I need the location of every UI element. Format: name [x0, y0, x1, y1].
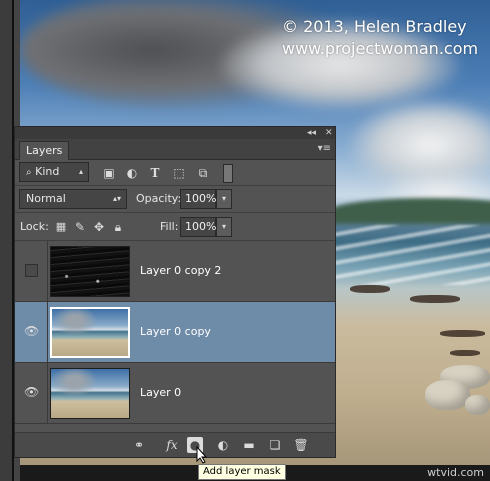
new-layer-icon[interactable]: ❏: [267, 437, 283, 453]
visibility-column: 👁︎: [15, 363, 48, 423]
beach-image-preview: [52, 309, 128, 356]
stepper-arrows-icon: ▴▾: [112, 194, 121, 203]
lock-row: Lock: ▦ ✎ ✥ 🔒︎ Fill: 100% ▾: [15, 213, 335, 241]
filter-row: ⌕ Kind ▴ ▣ ◐ T ⬚ ⧉: [15, 159, 335, 186]
opacity-input[interactable]: 100%: [180, 189, 216, 209]
eye-icon[interactable]: 👁︎: [24, 324, 39, 338]
copyright-watermark: © 2013, Helen Bradley www.projectwoman.c…: [282, 16, 478, 60]
layers-panel: ◂◂ ✕ Layers ▾≡ ⌕ Kind ▴ ▣ ◐ T ⬚ ⧉ Normal…: [14, 126, 336, 458]
search-icon: ⌕: [26, 167, 32, 178]
blend-mode-dropdown[interactable]: Normal ▴▾: [19, 189, 127, 209]
lock-transparency-icon[interactable]: ▦: [53, 219, 69, 235]
opacity-dropdown-button[interactable]: ▾: [216, 189, 232, 209]
lock-brush-icon[interactable]: ✎: [72, 219, 88, 235]
eye-icon[interactable]: 👁︎: [24, 385, 39, 399]
layer-thumbnail[interactable]: [50, 246, 130, 297]
close-icon[interactable]: ✕: [325, 127, 333, 139]
blend-mode-value: Normal: [26, 192, 66, 205]
type-filter-icon[interactable]: T: [147, 165, 163, 181]
layer-row[interactable]: 👁︎ Layer 0: [15, 363, 335, 424]
trash-icon[interactable]: 🗑︎: [293, 437, 309, 453]
tooltip: Add layer mask: [198, 464, 286, 480]
visibility-column: 👁︎: [15, 302, 48, 362]
panel-title-strip: ◂◂ ✕: [15, 127, 335, 139]
fill-label: Fill:: [160, 220, 179, 233]
beach-image-preview: [51, 369, 129, 418]
smart-object-filter-icon[interactable]: ⧉: [195, 165, 211, 181]
seaweed: [410, 295, 460, 303]
lock-all-icon[interactable]: 🔒︎: [110, 219, 126, 235]
tab-layers[interactable]: Layers: [19, 141, 70, 160]
filter-toggle-switch[interactable]: [223, 164, 233, 183]
copyright-line: © 2013, Helen Bradley: [282, 17, 467, 36]
layers-bottom-bar: ⚭ fx ● ◐ ▬ ❏ 🗑︎: [15, 432, 335, 457]
site-watermark: wtvid.com: [427, 466, 484, 479]
opacity-label: Opacity:: [136, 192, 182, 205]
layer-thumbnail[interactable]: [50, 307, 130, 358]
mouse-cursor-icon: [196, 446, 208, 464]
blend-row: Normal ▴▾ Opacity: 100% ▾: [15, 186, 335, 213]
seaweed: [450, 350, 480, 356]
adjustment-filter-icon[interactable]: ◐: [124, 165, 140, 181]
layer-thumbnail[interactable]: [50, 368, 130, 419]
edge-image-preview: [51, 247, 129, 296]
group-folder-icon[interactable]: ▬: [241, 437, 257, 453]
link-icon[interactable]: ⚭: [131, 437, 147, 453]
seaweed: [440, 330, 485, 337]
layer-row-selected[interactable]: 👁︎ Layer 0 copy: [15, 302, 335, 363]
shape-filter-icon[interactable]: ⬚: [171, 165, 187, 181]
visibility-toggle-off[interactable]: [25, 264, 38, 277]
visibility-column: [15, 241, 48, 301]
website-line: www.projectwoman.com: [282, 39, 479, 58]
layer-name[interactable]: Layer 0: [140, 385, 181, 401]
kind-filter-dropdown[interactable]: ⌕ Kind ▴: [19, 162, 89, 182]
pixel-filter-icon[interactable]: ▣: [101, 165, 117, 181]
headland: [330, 198, 490, 224]
fill-input[interactable]: 100%: [180, 217, 216, 237]
layer-name[interactable]: Layer 0 copy 2: [140, 263, 221, 279]
fill-dropdown-button[interactable]: ▾: [216, 217, 232, 237]
double-chevron-left-icon[interactable]: ◂◂: [307, 127, 316, 139]
rock: [465, 395, 490, 415]
fx-icon[interactable]: fx: [161, 437, 183, 453]
lock-move-icon[interactable]: ✥: [91, 219, 107, 235]
lock-label: Lock:: [20, 220, 49, 233]
adjustment-layer-icon[interactable]: ◐: [215, 437, 231, 453]
panel-menu-icon[interactable]: ▾≡: [318, 143, 331, 155]
layer-name[interactable]: Layer 0 copy: [140, 324, 211, 340]
seaweed: [350, 285, 390, 293]
layer-row[interactable]: Layer 0 copy 2: [15, 241, 335, 302]
surf-waves: [320, 225, 490, 285]
kind-label: Kind: [35, 165, 60, 178]
stepper-arrows-icon: ▴: [78, 167, 83, 176]
rock: [425, 380, 470, 410]
panel-tab-bar: Layers ▾≡: [15, 139, 335, 160]
